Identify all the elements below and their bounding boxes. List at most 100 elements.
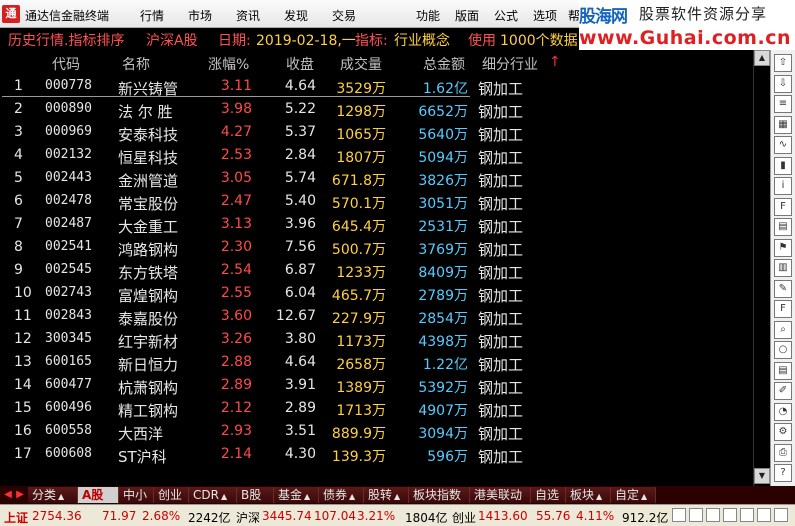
table-row[interactable]: 3 000969 安泰科技 4.27 5.37 1065万 5640万 钢加工 xyxy=(0,121,760,144)
menu-quotes[interactable]: 行情 xyxy=(140,7,164,24)
sh-label[interactable]: 上证 xyxy=(4,509,28,526)
lock-icon[interactable] xyxy=(740,508,754,522)
tab-2[interactable]: 中小 xyxy=(119,487,154,503)
fiz-icon[interactable]: F xyxy=(774,300,792,318)
note-icon[interactable]: ✎ xyxy=(774,279,792,298)
print-icon[interactable]: ⎙ xyxy=(774,443,792,462)
arrow-down-icon[interactable]: ⇩ xyxy=(774,74,792,93)
menu-icon[interactable] xyxy=(774,508,788,522)
table-row[interactable]: 1 000778 新兴铸管 3.11 4.64 3529万 1.62亿 钢加工 xyxy=(0,75,760,98)
tab-scroll-right-icon[interactable]: ▶ xyxy=(14,488,26,502)
circle-icon[interactable]: ○ xyxy=(774,341,792,359)
menu-trade[interactable]: 交易 xyxy=(332,7,356,24)
table-row[interactable]: 12 300345 红宇新材 3.26 3.80 1173万 4398万 钢加工 xyxy=(0,328,760,351)
message-icon[interactable] xyxy=(723,508,737,522)
table-row[interactable]: 11 002843 泰嘉股份 3.60 12.67 227.9万 2854万 钢加工 xyxy=(0,305,760,328)
tab-1[interactable]: A股 xyxy=(78,487,119,503)
table-row[interactable]: 9 002545 东方铁塔 2.54 6.87 1233万 8409万 钢加工 xyxy=(0,259,760,282)
table-row[interactable]: 14 600477 杭萧钢构 2.89 3.91 1389万 5392万 钢加工 xyxy=(0,374,760,397)
menu-options[interactable]: 选项 xyxy=(533,7,557,24)
sound-icon[interactable] xyxy=(757,508,771,522)
tab-6[interactable]: 基金 ▲ xyxy=(274,487,319,503)
table-row[interactable]: 2 000890 法 尔 胜 3.98 5.22 1298万 6652万 钢加工 xyxy=(0,98,760,121)
tab-13[interactable]: 自定 ▲ xyxy=(611,487,656,503)
sz-label[interactable]: 沪深 xyxy=(236,509,260,526)
table-row[interactable]: 6 002478 常宝股份 2.47 5.40 570.1万 3051万 钢加工 xyxy=(0,190,760,213)
section-title: 历史行情.指标排序 xyxy=(8,33,125,49)
info-icon[interactable]: i xyxy=(774,177,792,195)
cy-pct: 4.11% xyxy=(576,509,615,523)
alert-icon[interactable] xyxy=(672,508,686,522)
menu-market[interactable]: 市场 xyxy=(188,7,212,24)
book-icon[interactable]: ▥ xyxy=(774,259,792,277)
table-row[interactable]: 5 002443 金洲管道 3.05 5.74 671.8万 3826万 钢加工 xyxy=(0,167,760,190)
list-icon[interactable]: ≡ xyxy=(774,95,792,113)
edit-icon[interactable]: ✐ xyxy=(774,382,792,400)
stock-name: 法 尔 胜 xyxy=(118,103,173,121)
menu-layout[interactable]: 版面 xyxy=(455,7,479,24)
settings-icon[interactable]: ⚙ xyxy=(774,423,792,441)
total-amount: 2854万 xyxy=(418,311,468,327)
scroll-down-button[interactable]: ▼ xyxy=(754,468,770,484)
header-close[interactable]: 收盘 xyxy=(286,54,314,74)
tab-10[interactable]: 港美联动 xyxy=(470,487,531,503)
f10-icon[interactable]: F xyxy=(774,197,792,216)
search-icon[interactable]: ⌕ xyxy=(774,320,792,339)
header-name[interactable]: 名称 xyxy=(122,54,150,74)
chart-icon[interactable]: ∿ xyxy=(774,136,792,154)
pie-icon[interactable]: ◔ xyxy=(774,402,792,421)
table-icon[interactable]: ▦ xyxy=(774,115,792,134)
app-title: 通达信金融终端 xyxy=(25,9,110,23)
cy-label[interactable]: 创业 xyxy=(452,509,476,526)
table-row[interactable]: 13 600165 新日恒力 2.88 4.64 2658万 1.22亿 钢加工 xyxy=(0,351,760,374)
tab-0[interactable]: 分类 ▲ xyxy=(28,487,78,503)
table-row[interactable]: 10 002743 富煌钢构 2.55 6.04 465.7万 2789万 钢加工 xyxy=(0,282,760,305)
menu-discover[interactable]: 发现 xyxy=(284,7,308,24)
tab-scroll-left-icon[interactable]: ◀ xyxy=(2,488,14,502)
help-icon[interactable]: ? xyxy=(774,464,792,482)
signal-icon[interactable] xyxy=(689,508,703,522)
header-code[interactable]: 代码 xyxy=(52,54,80,74)
menu-formula[interactable]: 公式 xyxy=(494,7,518,24)
tab-12[interactable]: 板块 ▲ xyxy=(566,487,611,503)
flag-icon[interactable]: ⚑ xyxy=(774,238,792,257)
tab-label: 板块指数 xyxy=(413,488,462,502)
table-row[interactable]: 8 002541 鸿路钢构 2.30 7.56 500.7万 3769万 钢加工 xyxy=(0,236,760,259)
stock-code: 002487 xyxy=(45,216,92,231)
doc-icon[interactable]: ▤ xyxy=(774,361,792,380)
total-amount: 1.62亿 xyxy=(422,81,468,97)
header-change[interactable]: 涨幅% xyxy=(208,54,249,74)
table-row[interactable]: 16 600558 大西洋 2.93 3.51 889.9万 3094万 钢加工 xyxy=(0,420,760,443)
tab-8[interactable]: 股转 ▲ xyxy=(364,487,409,503)
header-amount[interactable]: 总金额 xyxy=(423,54,465,74)
connection-icon[interactable] xyxy=(706,508,720,522)
page-icon[interactable]: ▤ xyxy=(774,218,792,236)
tab-7[interactable]: 债券 ▲ xyxy=(319,487,364,503)
candle-icon[interactable]: ▮ xyxy=(774,156,792,175)
volume: 1173万 xyxy=(336,334,386,350)
table-row[interactable]: 4 002132 恒星科技 2.53 2.84 1807万 5094万 钢加工 xyxy=(0,144,760,167)
header-industry[interactable]: 细分行业 xyxy=(482,54,538,74)
header-volume[interactable]: 成交量 xyxy=(340,54,382,74)
industry: 钢加工 xyxy=(478,264,524,282)
table-row[interactable]: 15 600496 精工钢构 2.12 2.89 1713万 4907万 钢加工 xyxy=(0,397,760,420)
tab-9[interactable]: 板块指数 xyxy=(409,487,470,503)
table-row[interactable]: 7 002487 大金重工 3.13 3.96 645.4万 2531万 钢加工 xyxy=(0,213,760,236)
tab-4[interactable]: CDR ▲ xyxy=(189,487,237,503)
industry: 钢加工 xyxy=(478,126,524,144)
table-row[interactable]: 17 600608 ST沪科 2.14 4.30 139.3万 596万 钢加工 xyxy=(0,443,760,466)
tab-11[interactable]: 自选 xyxy=(531,487,566,503)
market-label[interactable]: 沪深A股 xyxy=(146,30,198,50)
vertical-scrollbar[interactable]: ▲ ▼ xyxy=(753,50,770,486)
industry: 钢加工 xyxy=(478,448,524,466)
arrow-up-icon[interactable]: ⇧ xyxy=(774,54,792,72)
change-pct: 3.60 xyxy=(220,308,252,324)
menu-functions[interactable]: 功能 xyxy=(416,7,440,24)
volume: 227.9万 xyxy=(331,311,386,327)
tab-3[interactable]: 创业 xyxy=(154,487,189,503)
scroll-up-button[interactable]: ▲ xyxy=(754,50,770,66)
menu-news[interactable]: 资讯 xyxy=(236,7,260,24)
tab-5[interactable]: B股 xyxy=(237,487,274,503)
change-pct: 2.14 xyxy=(220,446,252,462)
change-pct: 2.55 xyxy=(220,285,252,301)
